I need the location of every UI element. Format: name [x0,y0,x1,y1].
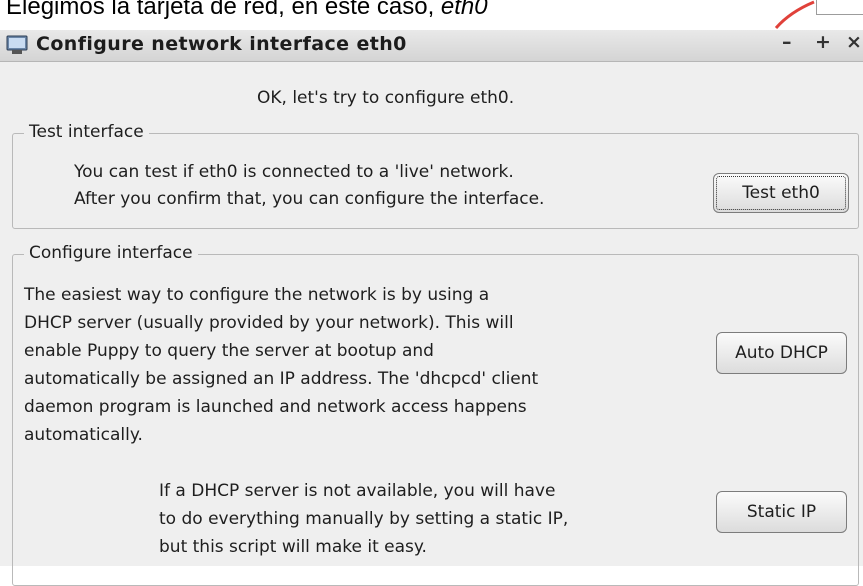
partial-frame [816,0,863,15]
maximize-button[interactable]: + [815,31,831,53]
auto-dhcp-button[interactable]: Auto DHCP [716,332,847,374]
dialog-body: OK, let's try to configure eth0. Test in… [0,62,863,586]
dhcp-description-line-2: DHCP server (usually provided by your ne… [24,313,514,333]
test-eth0-button[interactable]: Test eth0 [713,173,849,213]
dhcp-description-line-5: daemon program is launched and network a… [24,397,527,417]
window-title: Configure network interface eth0 [36,33,407,55]
dhcp-description-line-6: automatically. [24,425,143,445]
static-ip-button[interactable]: Static IP [716,491,847,533]
static-description-line-3: but this script will make it easy. [159,537,427,557]
dhcp-description-line-4: automatically be assigned an IP address.… [24,369,539,389]
test-description-line-1: You can test if eth0 is connected to a '… [74,162,514,182]
test-description-line-2: After you confirm that, you can configur… [74,189,545,209]
static-description-line-1: If a DHCP server is not available, you w… [159,481,556,501]
configure-interface-legend: Configure interface [24,243,198,263]
test-interface-legend: Test interface [24,122,149,142]
caption-device: eth0 [440,0,488,20]
window-titlebar[interactable]: Configure network interface eth0 – + × [0,30,863,62]
intro-text: OK, let's try to configure eth0. [257,88,515,108]
minimize-button[interactable]: – [782,31,792,53]
dhcp-description-line-1: The easiest way to configure the network… [24,285,490,305]
close-button[interactable]: × [846,31,862,53]
caption-text: Elegimos la tarjeta de red, en este caso… [6,0,488,21]
dhcp-description-line-3: enable Puppy to query the server at boot… [24,341,434,361]
static-description-line-2: to do everything manually by setting a s… [159,509,569,529]
red-annotation-stroke [774,0,815,29]
monitor-icon [6,35,28,59]
